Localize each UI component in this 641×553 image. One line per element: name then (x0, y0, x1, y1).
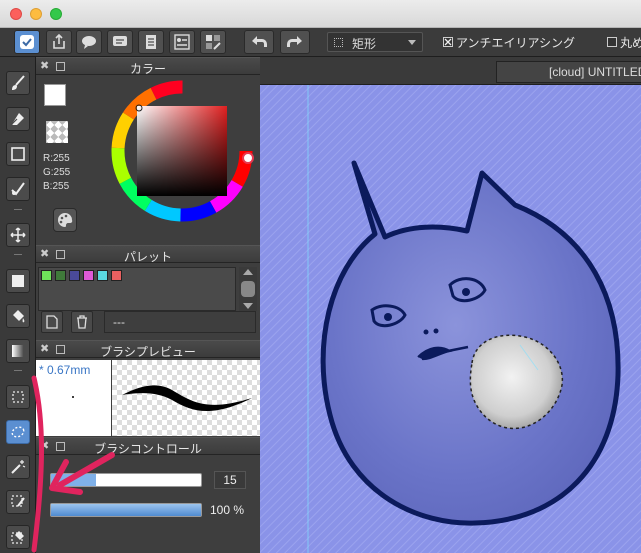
brush-preview-header: ✖ ブラシプレビュー (36, 340, 260, 359)
brush-preview-title: ブラシプレビュー (100, 345, 196, 359)
fill-rect-tool[interactable] (6, 269, 30, 293)
bucket-tool[interactable] (6, 304, 30, 328)
brush-size-value[interactable]: 15 (214, 471, 246, 489)
red-value: R:255 (43, 153, 70, 164)
panel-button[interactable] (169, 30, 195, 54)
brush-size-label: * 0.67mm (39, 363, 91, 377)
top-toolbar: 矩形 アンチエイリアシング 丸め (0, 28, 641, 57)
stroke-sample (122, 385, 252, 412)
magic-wand-tool[interactable] (6, 455, 30, 479)
palette-swatch[interactable] (41, 270, 52, 281)
close-window-button[interactable] (10, 8, 22, 20)
opacity-slider[interactable] (50, 503, 202, 517)
tool-divider (14, 370, 22, 371)
view-button[interactable] (14, 30, 40, 54)
window-title-bar (0, 0, 641, 28)
undo-button[interactable] (244, 30, 274, 54)
scroll-up-icon[interactable] (243, 269, 253, 275)
brush-dot (72, 396, 74, 398)
zoom-window-button[interactable] (50, 8, 62, 20)
tool-divider (14, 209, 22, 210)
opacity-fill (51, 504, 201, 516)
tool-column (0, 57, 36, 553)
document-tab[interactable]: [cloud] UNTITLED (496, 61, 641, 83)
blue-value: B:255 (43, 181, 70, 192)
brush-tool[interactable] (6, 71, 30, 95)
brush-size-slider[interactable] (50, 473, 202, 487)
palette-panel-title: パレット (123, 250, 172, 264)
antialias-label: アンチエイリアシング (456, 36, 576, 50)
green-value: G:255 (43, 167, 71, 178)
share-button[interactable] (46, 30, 72, 54)
palette-panel-header: ✖ パレット (36, 245, 260, 264)
canvas-area: [cloud] UNTITLED (260, 57, 641, 553)
palette-swatch[interactable] (69, 270, 80, 281)
round-corners-checkbox[interactable] (607, 37, 617, 47)
minimize-window-button[interactable] (30, 8, 42, 20)
rect-select-icon (334, 38, 343, 47)
layout-button[interactable] (200, 30, 226, 54)
palette-swatch[interactable] (111, 270, 122, 281)
rectangle-tool[interactable] (6, 142, 30, 166)
comment-button[interactable] (76, 30, 102, 54)
primary-color-swatch[interactable] (44, 84, 66, 106)
round-corners-label: 丸め (620, 36, 641, 50)
color-panel-header: ✖ カラー (36, 57, 260, 76)
color-set-button[interactable] (53, 208, 77, 232)
lasso-select-tool[interactable] (6, 420, 30, 444)
color-wheel[interactable] (108, 77, 256, 225)
brush-size-fill (51, 474, 96, 486)
chat-button[interactable] (107, 30, 133, 54)
panels-column: ✖ カラー R:255 G:255 B:255 ✖ パレット --- ✖ ブラシ… (36, 57, 260, 553)
select-pen-tool[interactable] (6, 490, 30, 514)
color-panel-title: カラー (129, 62, 166, 76)
selection-shape-value: 矩形 (352, 37, 377, 51)
eraser-tool[interactable] (6, 107, 30, 131)
opacity-value: 100 % (210, 503, 245, 517)
palette-swatch[interactable] (55, 270, 66, 281)
transparent-color-swatch[interactable] (46, 121, 68, 143)
selection-shape-dropdown[interactable]: 矩形 (327, 32, 423, 52)
brush-size-preview: * 0.67mm (36, 360, 111, 436)
tool-divider (14, 254, 22, 255)
drawing-canvas[interactable] (260, 85, 641, 553)
gradient-tool[interactable] (6, 339, 30, 363)
palette-swatch-grid (38, 267, 236, 311)
palette-swatch[interactable] (83, 270, 94, 281)
palette-name-field[interactable]: --- (104, 311, 256, 333)
palette-scrollbar[interactable] (239, 267, 257, 311)
scroll-thumb[interactable] (241, 281, 255, 297)
brush-control-title: ブラシコントロール (94, 442, 202, 456)
palette-swatch[interactable] (97, 270, 108, 281)
antialias-checkbox[interactable] (443, 37, 453, 47)
document-tab-strip: [cloud] UNTITLED (260, 57, 641, 85)
redo-button[interactable] (280, 30, 310, 54)
scroll-down-icon[interactable] (243, 303, 253, 309)
brush-stroke-preview (112, 360, 260, 436)
brush-control-header: ✖ ブラシコントロール (36, 437, 260, 456)
delete-palette-button[interactable] (71, 311, 93, 333)
new-palette-button[interactable] (41, 311, 63, 333)
select-eraser-tool[interactable] (6, 525, 30, 549)
rect-select-tool[interactable] (6, 385, 30, 409)
move-tool[interactable] (6, 223, 30, 247)
chevron-down-icon (408, 40, 416, 45)
smudge-tool[interactable] (6, 177, 30, 201)
document-button[interactable] (138, 30, 164, 54)
